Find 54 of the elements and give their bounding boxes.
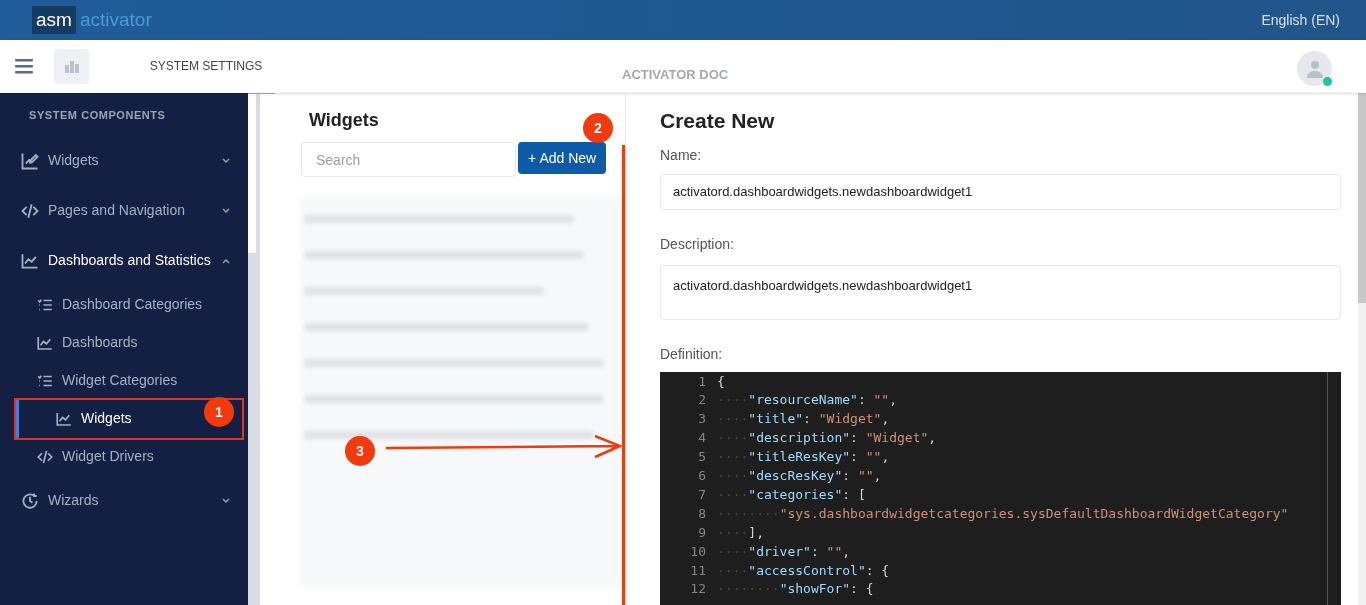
sidebar-subitem[interactable]: Widgets 1 — [16, 399, 242, 438]
code-line: ········"sys.dashboardwidgetcategories.sysDefaultDashboardWidgetCategory" — [717, 504, 1289, 523]
line-number: 4 — [697, 429, 707, 448]
field-label: Name: — [660, 145, 703, 165]
code-editor[interactable] — [660, 371, 1341, 605]
line-number: 2 — [697, 391, 707, 410]
language-selector[interactable]: English (EN) — [1261, 10, 1340, 30]
name-field[interactable]: activatord.dashboardwidgets.newdashboardwidget1 — [660, 173, 1341, 210]
step-badge: 1 — [204, 396, 234, 427]
form-title: Create New — [660, 108, 776, 134]
field-label: Definition: — [660, 344, 724, 364]
code-line: ····"description": "Widget", — [717, 429, 937, 448]
scrollbar-thumb[interactable] — [1358, 93, 1366, 303]
line-number: 12 — [689, 580, 707, 599]
sidebar-subitem[interactable]: Widget Drivers — [0, 437, 248, 476]
code-line: ····"descResKey": "", — [717, 467, 882, 486]
line-number: 7 — [697, 485, 707, 504]
code-line: ····"categories": [ — [717, 485, 866, 504]
sidebar-item[interactable]: Pages and Navigation — [0, 185, 248, 236]
line-number: 8 — [697, 504, 707, 523]
code-line: { — [717, 372, 725, 391]
sidebar-heading: SYSTEM COMPONENTS — [29, 108, 166, 123]
code-line: ····"accessControl": { — [717, 561, 890, 580]
sidebar-subitem[interactable]: Dashboard Categories — [0, 285, 248, 324]
line-number: 11 — [689, 561, 707, 580]
code-line: ····"driver": "", — [717, 542, 851, 561]
step-badge: 2 — [583, 113, 613, 143]
menu-icon[interactable] — [14, 56, 34, 76]
code-line: ····"resourceName": "", — [717, 391, 898, 410]
logo-box: asm — [32, 6, 76, 34]
field-label: Description: — [660, 234, 735, 254]
clock-icon — [20, 490, 40, 511]
sidebar-item[interactable]: Widgets — [0, 135, 248, 186]
add-new-button[interactable]: + Add New — [518, 142, 606, 174]
code-line: ········"showFor": { — [717, 580, 874, 599]
line-number: 1 — [697, 372, 707, 391]
logo-text: activator — [79, 7, 152, 32]
description-field[interactable]: activatord.dashboardwidgets.newdashboardwidget1 — [660, 264, 1341, 320]
code-line: ····], — [717, 523, 764, 542]
line-number: 9 — [697, 523, 707, 542]
line-number: 10 — [689, 542, 707, 561]
line-number: 6 — [697, 467, 707, 486]
page-title: ACTIVATOR DOC — [622, 66, 729, 84]
line-number: 5 — [697, 448, 707, 467]
sidebar-item[interactable]: Dashboards and Statistics — [0, 235, 248, 286]
building-logo — [54, 48, 89, 84]
list-title: Widgets — [309, 109, 379, 132]
sidebar-item[interactable]: Wizards — [0, 475, 248, 526]
person-icon — [1304, 58, 1325, 79]
search-field[interactable]: Search — [301, 142, 517, 177]
code-line: ····"titleResKey": "", — [717, 448, 890, 467]
code-line: ····"title": "Widget", — [717, 410, 890, 429]
sidebar-subitem[interactable]: Dashboards — [0, 323, 248, 362]
line-number: 3 — [697, 410, 707, 429]
